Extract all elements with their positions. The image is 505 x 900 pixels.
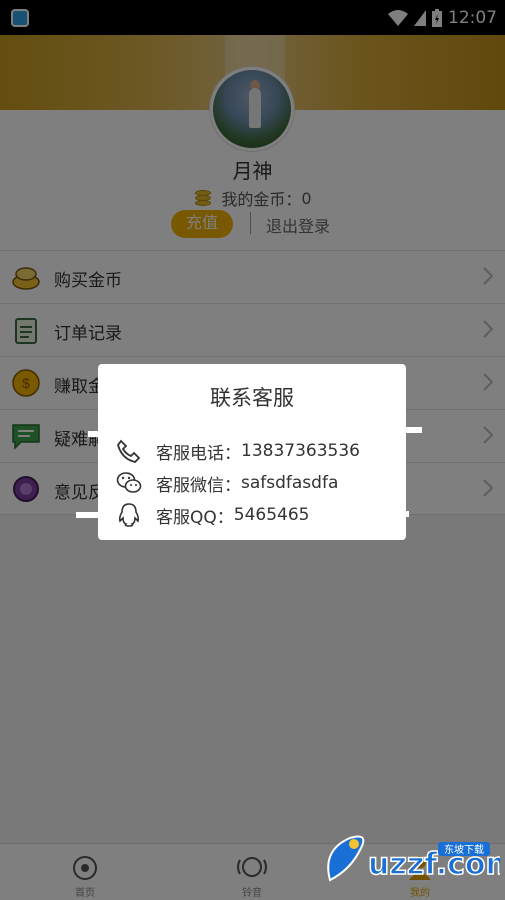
site-watermark: uzzf.com 东坡下载 xyxy=(320,830,505,890)
phone-label: 客服电话： xyxy=(156,443,241,464)
wechat-label: 客服微信： xyxy=(156,475,241,496)
watermark-tagline: 东坡下载 xyxy=(444,843,484,856)
overlay-artifact xyxy=(406,427,422,433)
overlay-artifact xyxy=(76,512,98,518)
phone-value: 13837363536 xyxy=(241,441,360,461)
wechat-value: safsdfasdfa xyxy=(241,473,339,493)
contact-wechat-row[interactable]: 客服微信： safsdfasdfa xyxy=(116,470,338,496)
dialog-title: 联系客服 xyxy=(210,386,294,410)
contact-qq-row[interactable]: 客服QQ： 5465465 xyxy=(116,502,309,528)
watermark-logo-icon: uzzf.com 东坡下载 xyxy=(327,835,505,883)
qq-label: 客服QQ： xyxy=(156,507,234,528)
phone-icon xyxy=(117,439,141,463)
wechat-icon xyxy=(116,472,142,493)
contact-support-dialog: 联系客服 客服电话： 13837363536 客服微信： safsdfasdfa 客… xyxy=(98,364,406,540)
qq-penguin-icon xyxy=(118,503,140,527)
qq-value: 5465465 xyxy=(233,505,310,525)
contact-phone-row[interactable]: 客服电话： 13837363536 xyxy=(116,438,360,464)
